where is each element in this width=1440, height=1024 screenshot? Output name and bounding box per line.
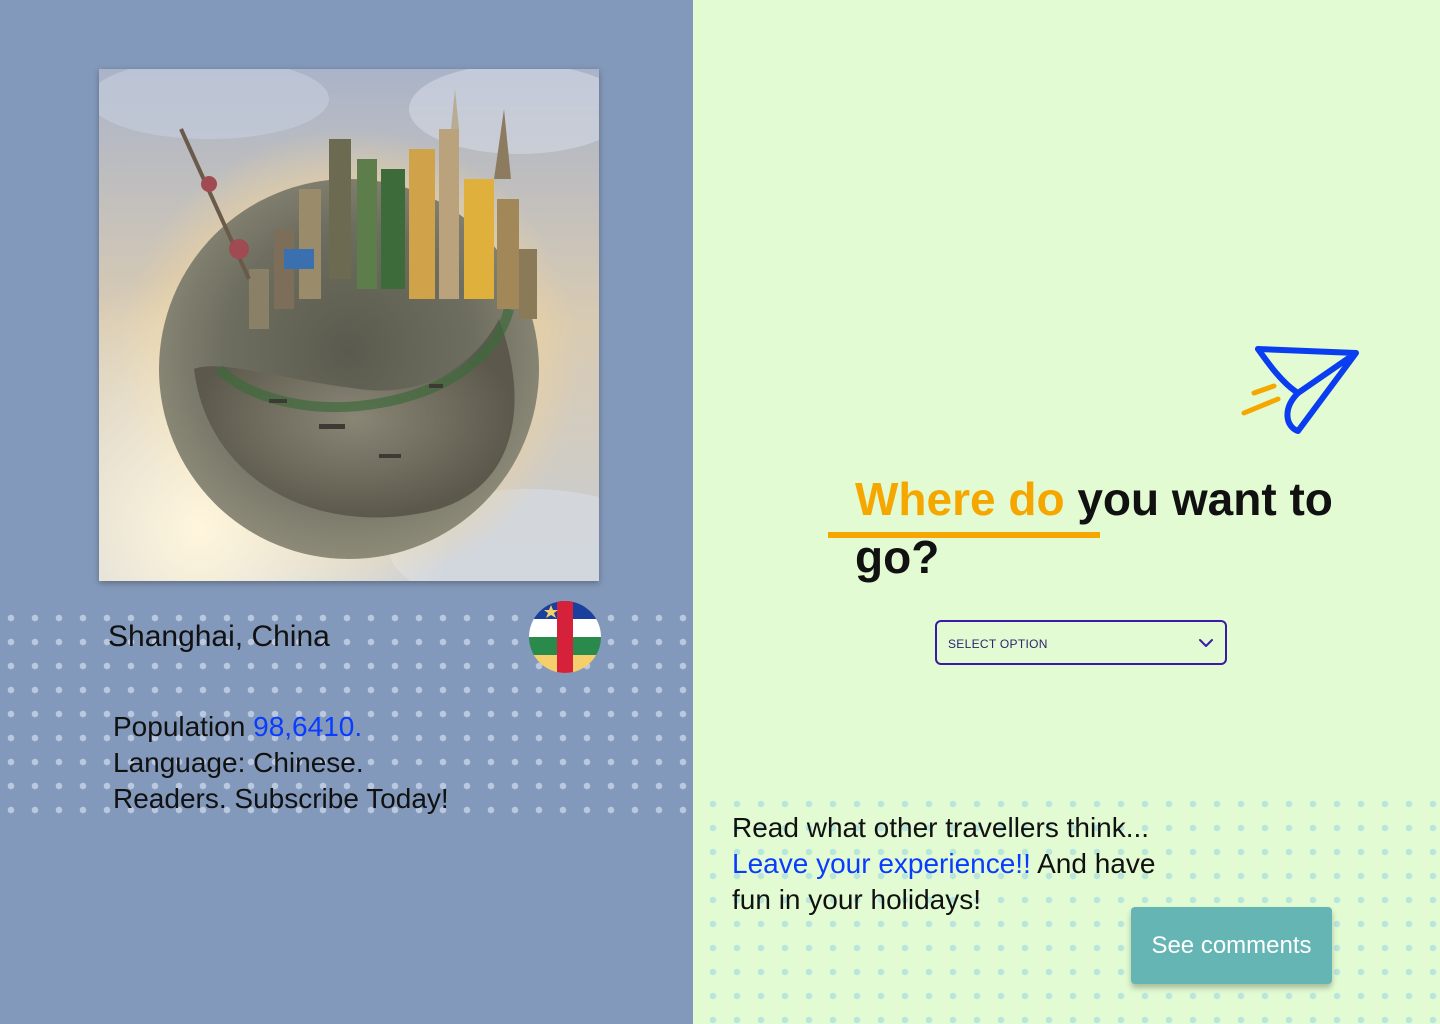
destination-select[interactable]: SELECT OPTION <box>935 620 1227 665</box>
chevron-down-icon <box>1199 639 1213 647</box>
page-title: Where do you want to go? <box>855 470 1375 586</box>
central-african-republic-flag-icon <box>529 601 601 673</box>
comments-intro-line: Read what other travellers think... <box>732 812 1150 843</box>
population-line: Population 98,6410. <box>113 709 449 745</box>
leave-experience-link[interactable]: Leave your experience!! <box>732 848 1031 879</box>
subscribe-line: Readers. Subscribe Today! <box>113 783 449 814</box>
comments-intro: Read what other travellers think... Leav… <box>732 810 1202 918</box>
language-line: Language: Chinese. <box>113 747 364 778</box>
see-comments-button[interactable]: See comments <box>1131 907 1332 984</box>
city-name: Shanghai, China <box>108 620 330 653</box>
headline-accent: Where do <box>855 473 1065 525</box>
population-value: 98,6410. <box>253 711 363 742</box>
population-label: Population <box>113 711 246 742</box>
destination-info: Population 98,6410. Language: Chinese. R… <box>113 709 449 817</box>
select-value: SELECT OPTION <box>948 637 1048 651</box>
paper-plane-icon <box>1238 343 1362 439</box>
destination-photo <box>99 69 599 581</box>
